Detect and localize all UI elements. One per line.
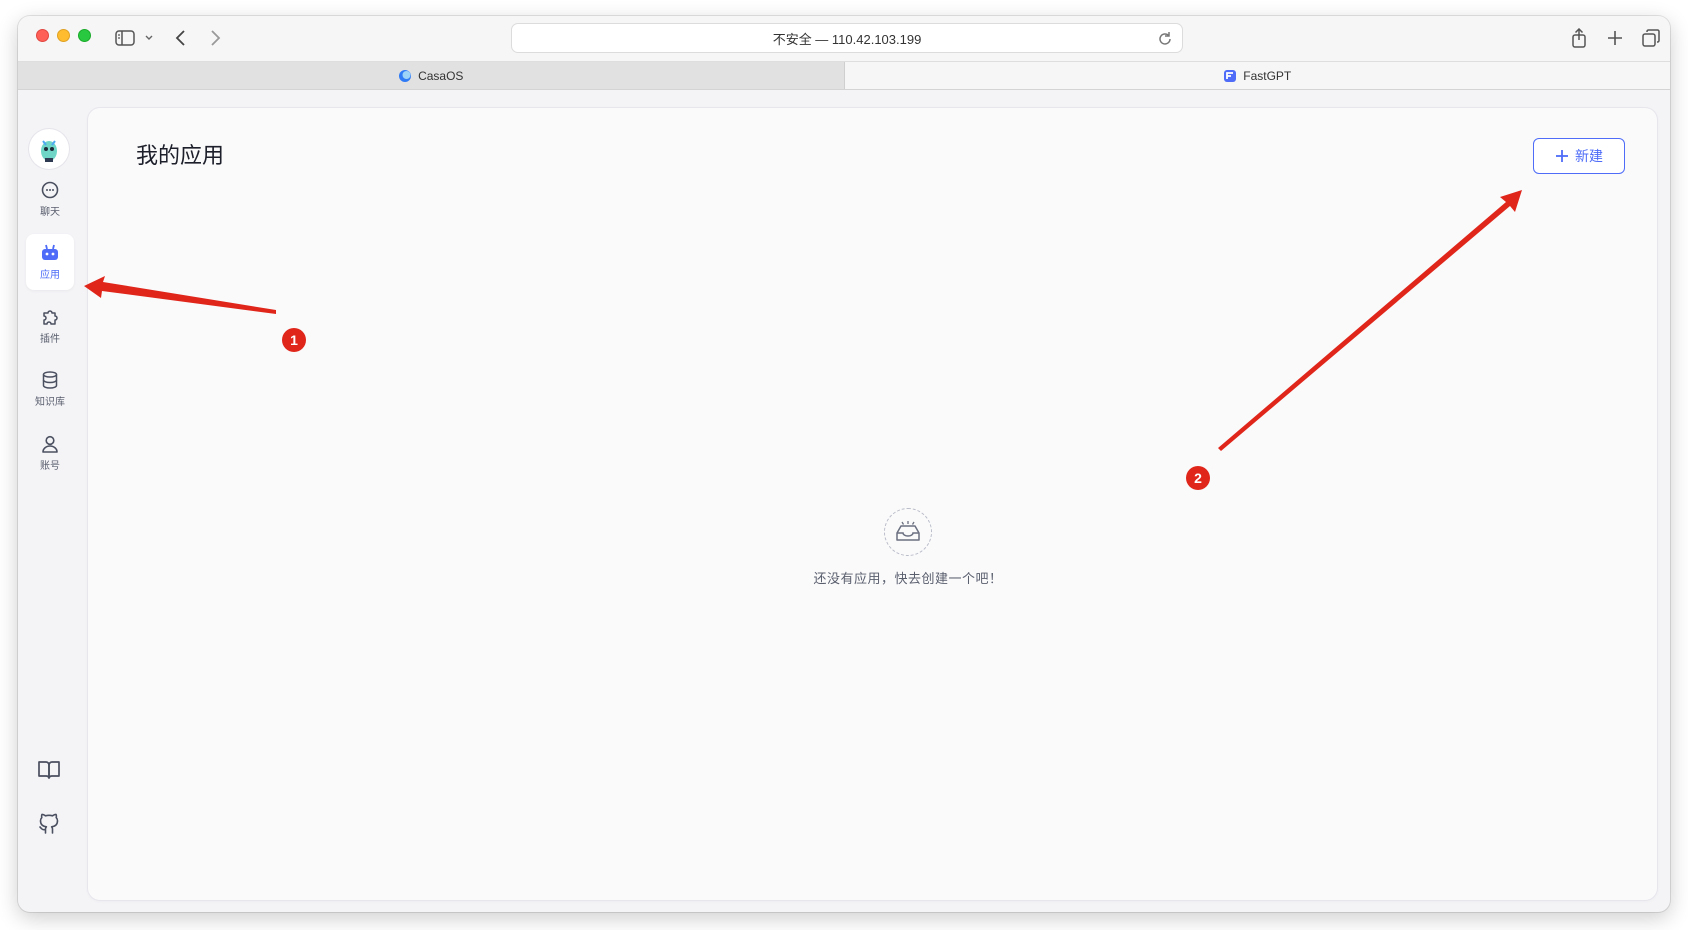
database-icon (42, 371, 58, 389)
plus-icon (1556, 150, 1568, 162)
sidebar-item-label: 知识库 (35, 397, 65, 408)
minimize-window-button[interactable] (57, 29, 70, 42)
sidebar-item-account[interactable]: 账号 (26, 425, 74, 481)
tab-label: FastGPT (1243, 68, 1292, 83)
empty-state-text: 还没有应用，快去创建一个吧！ (813, 571, 1003, 586)
sidebar-item-knowledge-base[interactable]: 知识库 (26, 361, 74, 417)
url-text: 不安全 — 110.42.103.199 (772, 31, 922, 47)
tab-fastgpt[interactable]: FastGPT (844, 62, 1670, 89)
empty-state: 还没有应用，快去创建一个吧！ (788, 508, 1028, 587)
sidebar-item-apps[interactable]: 应用 (26, 234, 74, 290)
sidebar-item-label: 插件 (40, 334, 60, 345)
sidebar-toggle-icon[interactable] (114, 27, 136, 49)
new-button-label: 新建 (1575, 148, 1603, 164)
user-icon (42, 435, 58, 453)
sidebar-item-label: 应用 (40, 270, 60, 281)
address-bar[interactable]: 不安全 — 110.42.103.199 (511, 23, 1183, 53)
casaos-favicon-icon (399, 69, 412, 82)
tab-bar: CasaOS FastGPT (18, 62, 1670, 90)
reload-icon[interactable] (1156, 30, 1174, 48)
github-icon[interactable] (36, 811, 62, 837)
forward-icon[interactable] (204, 27, 226, 49)
tab-overview-icon[interactable] (1640, 27, 1662, 49)
book-icon[interactable] (36, 757, 62, 783)
back-icon[interactable] (170, 27, 192, 49)
close-window-button[interactable] (36, 29, 49, 42)
sidebar: 聊天 应用 插件 知识库 账号 (18, 91, 88, 912)
fastgpt-favicon-icon (1224, 69, 1237, 82)
browser-window: 不安全 — 110.42.103.199 CasaOS FastGPT 聊天 应… (18, 16, 1670, 912)
empty-box-icon (884, 508, 932, 556)
avatar[interactable] (29, 129, 69, 169)
main-panel: 我的应用 新建 还没有应用，快去创建一个吧！ (88, 108, 1657, 900)
share-icon[interactable] (1568, 27, 1590, 49)
chevron-down-icon[interactable] (138, 27, 160, 49)
chat-icon (41, 181, 59, 199)
title-bar: 不安全 — 110.42.103.199 (18, 16, 1670, 62)
sidebar-item-plugins[interactable]: 插件 (26, 298, 74, 354)
avatar-image-icon (41, 140, 57, 162)
new-app-button[interactable]: 新建 (1533, 138, 1625, 174)
tab-casaos[interactable]: CasaOS (18, 62, 845, 89)
zoom-window-button[interactable] (78, 29, 91, 42)
page-title: 我的应用 (136, 143, 225, 168)
robot-icon (42, 244, 58, 260)
tab-label: CasaOS (418, 68, 464, 83)
sidebar-item-label: 聊天 (40, 207, 60, 218)
sidebar-item-chat[interactable]: 聊天 (26, 171, 74, 227)
sidebar-item-label: 账号 (40, 461, 60, 472)
puzzle-icon (43, 310, 58, 325)
new-tab-icon[interactable] (1604, 27, 1626, 49)
